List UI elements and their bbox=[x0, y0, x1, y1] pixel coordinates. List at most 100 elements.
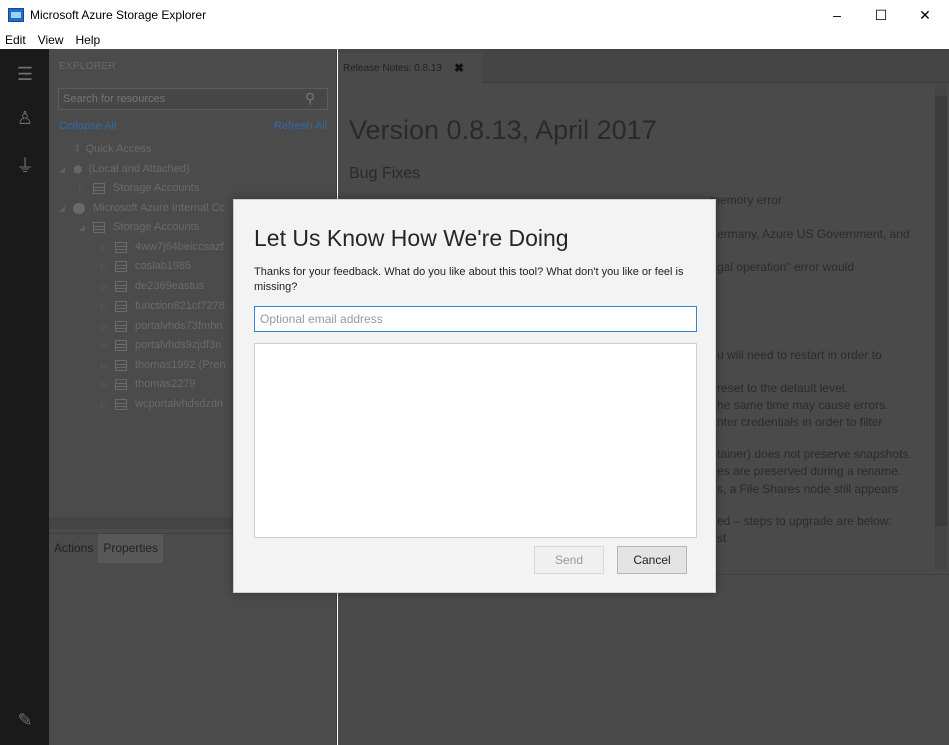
connect-plug-icon[interactable]: ⏚ bbox=[14, 155, 36, 177]
expand-arrow-icon[interactable]: ▷ bbox=[99, 380, 109, 389]
dialog-title: Let Us Know How We're Doing bbox=[254, 225, 569, 251]
dialog-description: Thanks for your feedback. What do you li… bbox=[254, 266, 684, 293]
explorer-title: EXPLORER bbox=[59, 61, 116, 72]
tree-item-storage-account[interactable]: ▷ coslab1985 bbox=[99, 257, 191, 275]
tab-release-notes[interactable]: Release Notes: 0.8.13 ✖ bbox=[338, 53, 482, 83]
expand-arrow-icon[interactable]: ◢ bbox=[77, 223, 87, 232]
local-attached-icon: ⬢ bbox=[73, 163, 83, 176]
tab-actions[interactable]: Actions bbox=[49, 534, 98, 563]
explorer-list-icon[interactable]: ☰ bbox=[14, 63, 36, 85]
feedback-textarea[interactable] bbox=[254, 343, 697, 538]
expand-arrow-icon[interactable]: ▷ bbox=[99, 322, 109, 331]
menu-view[interactable]: View bbox=[38, 33, 64, 47]
expand-arrow-icon[interactable]: ▷ bbox=[99, 282, 109, 291]
expand-arrow-icon[interactable]: ▷ bbox=[99, 341, 109, 350]
feedback-dialog: Let Us Know How We're Doing Thanks for y… bbox=[233, 199, 716, 593]
expand-arrow-icon[interactable]: ▷ bbox=[99, 400, 109, 409]
send-button[interactable]: Send bbox=[534, 546, 604, 574]
tree-item-label: portalvhds73fmhn bbox=[135, 320, 223, 332]
resource-search-box: ⚲ bbox=[58, 88, 328, 110]
storage-account-icon bbox=[115, 359, 127, 371]
release-note-line: st bbox=[717, 531, 727, 545]
maximize-button[interactable]: ☐ bbox=[858, 0, 904, 30]
tree-item-label: portalvhds9zjdf3n bbox=[135, 339, 222, 351]
refresh-all-link[interactable]: Refresh All bbox=[274, 120, 327, 132]
release-note-line: tainer) does not preserve snapshots. bbox=[717, 447, 912, 461]
tree-item-storage-account[interactable]: ▷ portalvhds73fmhn bbox=[99, 317, 223, 335]
title-bar: Microsoft Azure Storage Explorer – ☐ ✕ bbox=[0, 0, 949, 30]
expand-arrow-icon[interactable]: ▷ bbox=[99, 262, 109, 271]
expand-arrow-icon[interactable]: ◢ bbox=[57, 165, 67, 174]
tree-item-quick-access[interactable]: ⁑ Quick Access bbox=[75, 140, 152, 158]
window-title: Microsoft Azure Storage Explorer bbox=[30, 8, 207, 22]
tab-release-notes-label: Release Notes: 0.8.13 bbox=[343, 62, 442, 74]
tree-item-subscription[interactable]: ◢ Microsoft Azure Internal Cc bbox=[57, 199, 225, 217]
storage-accounts-icon bbox=[93, 221, 105, 233]
tree-item-label: Storage Accounts bbox=[113, 182, 200, 194]
tree-item-label: wcportalvhdsdzdn bbox=[135, 398, 224, 410]
release-note-line: s, a File Shares node still appears bbox=[717, 482, 898, 496]
search-icon[interactable]: ⚲ bbox=[305, 90, 323, 108]
tree-item-label: thomas2279 bbox=[135, 378, 196, 390]
close-button[interactable]: ✕ bbox=[902, 0, 948, 30]
tree-item-storage-account[interactable]: ▷ thomas1992 (Pren bbox=[99, 356, 226, 374]
quick-access-icon: ⁑ bbox=[75, 143, 80, 154]
cancel-button[interactable]: Cancel bbox=[617, 546, 687, 574]
storage-account-icon bbox=[115, 398, 127, 410]
release-notes-scroll-thumb[interactable] bbox=[935, 96, 947, 526]
feedback-icon[interactable]: ✎ bbox=[14, 709, 36, 731]
tree-item-label: (Local and Attached) bbox=[88, 163, 190, 175]
tree-item-storage-accounts[interactable]: ◢ Storage Accounts bbox=[77, 218, 199, 236]
tab-close-icon[interactable]: ✖ bbox=[454, 61, 464, 75]
tree-item-storage-account[interactable]: ▷ thomas2279 bbox=[99, 375, 196, 393]
azure-subscription-icon bbox=[73, 202, 85, 214]
account-person-icon[interactable]: ♙ bbox=[14, 107, 36, 129]
menu-edit[interactable]: Edit bbox=[5, 33, 26, 47]
storage-explorer-app-icon bbox=[8, 8, 24, 22]
release-notes-subheading: Bug Fixes bbox=[349, 165, 421, 182]
tree-item-label: thomas1992 (Pren bbox=[135, 359, 226, 371]
tree-item-label: Quick Access bbox=[85, 143, 152, 155]
tree-item-storage-account[interactable]: ▷ 4ww7j64beiccsazf bbox=[99, 238, 224, 256]
tree-item-storage-account[interactable]: ▷ de2369eastus bbox=[99, 277, 204, 295]
tree-item-label: Storage Accounts bbox=[113, 221, 200, 233]
email-field[interactable] bbox=[254, 306, 697, 332]
tree-item-label: Microsoft Azure Internal Cc bbox=[93, 202, 226, 214]
tree-item-local-attached[interactable]: ◢ ⬢ (Local and Attached) bbox=[57, 160, 190, 178]
storage-account-icon bbox=[115, 320, 127, 332]
tree-item-storage-account[interactable]: ▷ function821cf7278 bbox=[99, 297, 225, 315]
tree-item-label: de2369eastus bbox=[135, 280, 205, 292]
release-notes-heading: Version 0.8.13, April 2017 bbox=[349, 115, 657, 145]
release-note-line: he same time may cause errors. bbox=[717, 398, 889, 412]
tree-item-storage-account[interactable]: ▷ portalvhds9zjdf3n bbox=[99, 336, 221, 354]
tree-item-storage-accounts-local[interactable]: ▷ Storage Accounts bbox=[77, 179, 199, 197]
tree-item-label: 4ww7j64beiccsazf bbox=[135, 241, 224, 253]
tab-properties[interactable]: Properties bbox=[98, 534, 164, 563]
storage-account-icon bbox=[115, 280, 127, 292]
release-note-line: gal operation" error would bbox=[717, 260, 855, 274]
storage-account-icon bbox=[115, 300, 127, 312]
minimize-button[interactable]: – bbox=[814, 0, 860, 30]
release-note-line: reset to the default level. bbox=[717, 381, 848, 395]
expand-arrow-icon[interactable]: ▷ bbox=[99, 302, 109, 311]
release-note-line: memory error bbox=[710, 193, 783, 207]
release-note-line: es are preserved during a rename. bbox=[717, 464, 902, 478]
expand-arrow-icon[interactable]: ▷ bbox=[77, 184, 87, 193]
activity-log-pane bbox=[338, 574, 949, 745]
menu-bar: Edit View Help bbox=[0, 30, 949, 49]
menu-help[interactable]: Help bbox=[75, 33, 100, 47]
resource-search-input[interactable] bbox=[59, 89, 299, 109]
tree-item-label: coslab1985 bbox=[135, 260, 192, 272]
expand-arrow-icon[interactable]: ◢ bbox=[57, 204, 67, 213]
expand-arrow-icon[interactable]: ▷ bbox=[99, 243, 109, 252]
tree-item-storage-account[interactable]: ▷ wcportalvhdsdzdn bbox=[99, 395, 223, 413]
release-note-line: ed – steps to upgrade are below: bbox=[717, 514, 892, 528]
release-note-line: nter credentials in order to filter bbox=[717, 415, 883, 429]
expand-arrow-icon[interactable]: ▷ bbox=[99, 361, 109, 370]
storage-account-icon bbox=[115, 260, 127, 272]
collapse-all-link[interactable]: Collapse All bbox=[59, 120, 116, 132]
release-note-line: ermany, Azure US Government, and bbox=[717, 227, 910, 241]
tree-item-label: function821cf7278 bbox=[135, 300, 225, 312]
release-note-line: u will need to restart in order to bbox=[717, 348, 882, 362]
document-tab-strip: Release Notes: 0.8.13 ✖ bbox=[338, 49, 949, 83]
